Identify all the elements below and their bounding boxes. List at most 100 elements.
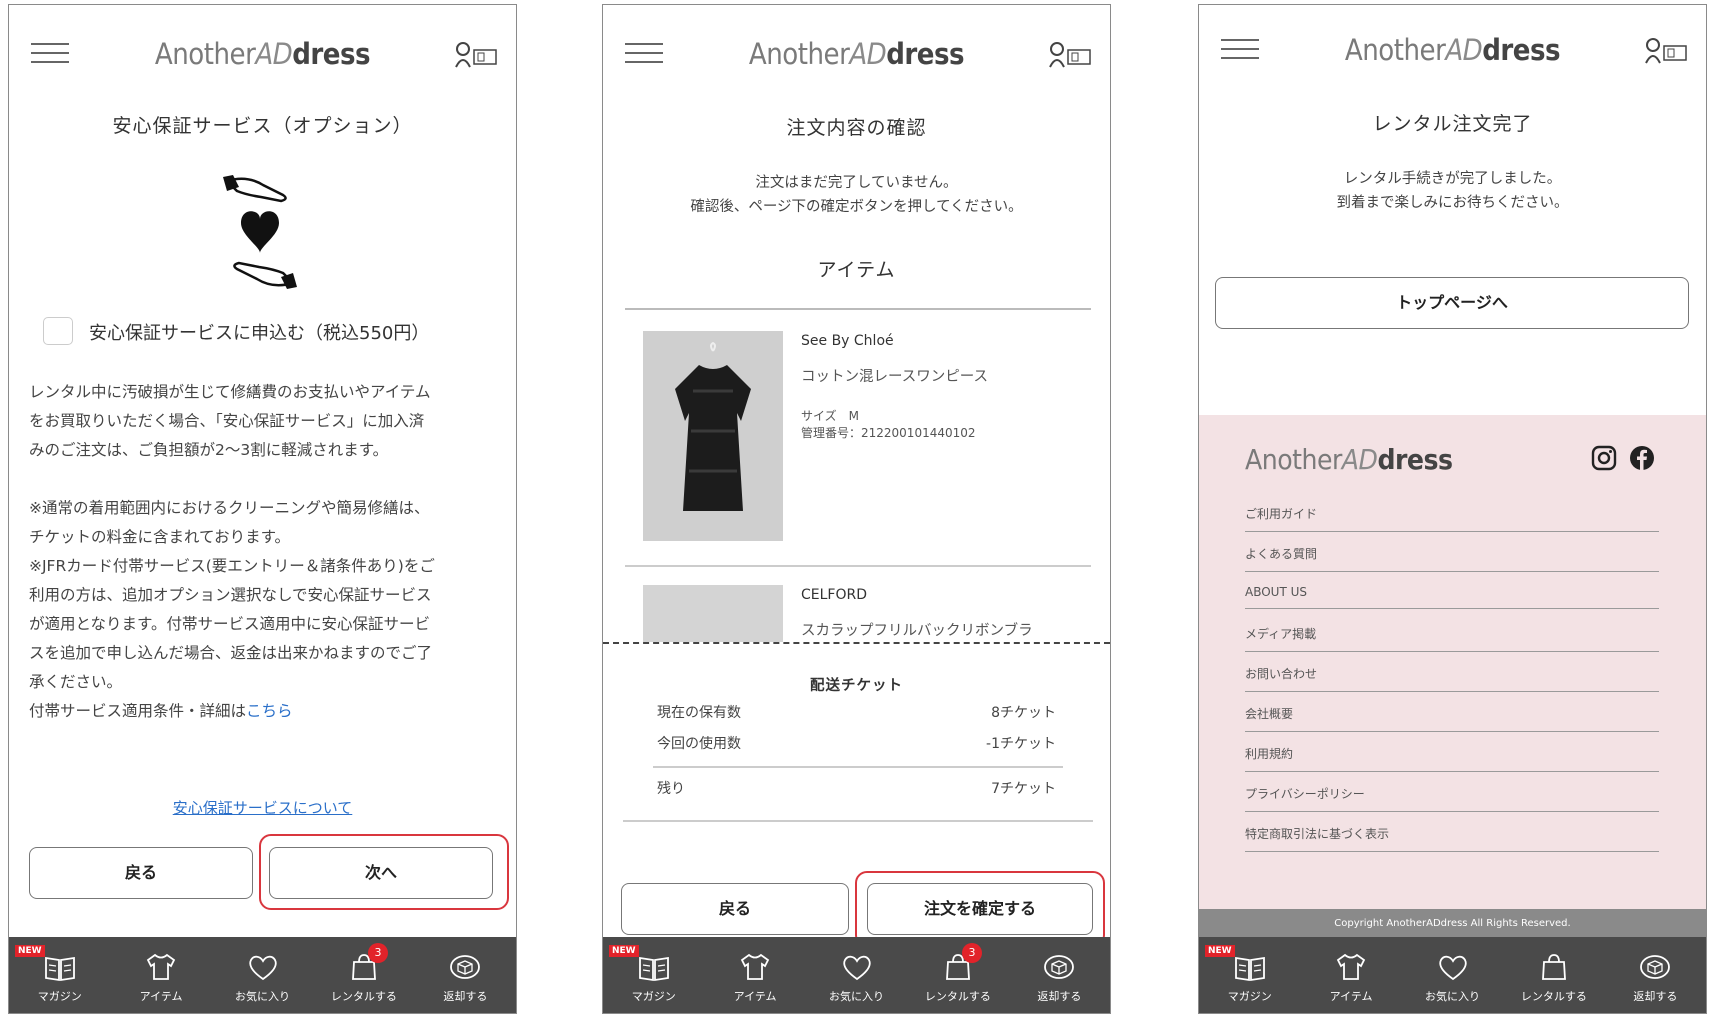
footer-link-privacy[interactable]: プライバシーポリシー <box>1245 785 1659 812</box>
tshirt-icon <box>1336 953 1366 980</box>
shopping-bag-icon <box>1541 954 1566 980</box>
account-ticket-icon[interactable] <box>1644 37 1688 65</box>
page-title: 安心保証サービス（オプション） <box>112 115 413 137</box>
notes-paragraph: ※通常の着用範囲内におけるクリーニングや簡易修繕は、 チケットの料金に含まれてお… <box>29 499 435 720</box>
book-icon <box>1234 956 1265 982</box>
site-footer: AnotherADdress ご利用ガイド よくある質問 ABOUT US メデ… <box>1199 415 1706 915</box>
new-badge: NEW <box>1205 945 1235 957</box>
detail-text: 付帯サービス適用条件・詳細は <box>29 702 247 720</box>
item-name[interactable]: コットン混レースワンピース <box>801 365 988 386</box>
tab-favorites[interactable]: お気に入り <box>212 937 313 1013</box>
brand-logo[interactable]: AnotherADdress <box>1199 33 1706 67</box>
item-brand: CELFORD <box>801 587 868 603</box>
footer-link-terms[interactable]: 利用規約 <box>1245 745 1659 772</box>
divider <box>623 820 1093 822</box>
app-header: AnotherADdress <box>603 5 1110 101</box>
tab-magazine[interactable]: NEW マガジン <box>9 937 110 1013</box>
footer-link-about[interactable]: ABOUT US <box>1245 585 1659 609</box>
tab-return[interactable]: 返却する <box>1605 937 1706 1013</box>
tshirt-icon <box>146 953 176 980</box>
row-label: 今回の使用数 <box>657 736 741 752</box>
divider <box>625 308 1091 310</box>
description-paragraph: レンタル中に汚破損が生じて修繕費のお支払いやアイテム をお買取りいただく場合、「… <box>29 383 431 459</box>
divider <box>625 565 1091 567</box>
tab-items[interactable]: アイテム <box>704 937 805 1013</box>
app-header: AnotherADdress <box>1199 5 1706 101</box>
row-value: 8チケット <box>991 705 1056 721</box>
dress-icon <box>675 341 751 511</box>
item-name[interactable]: スカラップフリルバックリボンブラ <box>801 619 1033 640</box>
tab-rental[interactable]: 3 レンタルする <box>313 937 414 1013</box>
tab-return[interactable]: 返却する <box>415 937 516 1013</box>
footer-logo[interactable]: AnotherADdress <box>1245 443 1453 476</box>
tab-items[interactable]: アイテム <box>1300 937 1401 1013</box>
confirm-order-button[interactable]: 注文を確定する <box>867 883 1093 935</box>
top-page-button[interactable]: トップページへ <box>1215 277 1689 329</box>
row-label: 残り <box>657 781 685 797</box>
hands-heart-icon <box>223 175 297 289</box>
cart-count-badge: 3 <box>367 943 388 963</box>
heart-icon <box>248 955 277 981</box>
return-box-icon <box>1640 955 1671 979</box>
next-button[interactable]: 次へ <box>269 847 493 899</box>
footer-link-media[interactable]: メディア掲載 <box>1245 625 1659 652</box>
instagram-icon[interactable] <box>1591 445 1617 471</box>
screen-insurance-option: AnotherADdress 安心保証サービス（オプション） 安心保証サービスに… <box>8 4 517 1014</box>
row-value: 7チケット <box>991 781 1056 797</box>
row-label: 現在の保有数 <box>657 705 741 721</box>
detail-link[interactable]: こちら <box>246 702 293 720</box>
screen-order-complete: AnotherADdress レンタル注文完了 レンタル手続きが完了しました。 … <box>1198 4 1707 1014</box>
row-value: -1チケット <box>986 736 1056 752</box>
bottom-tab-bar: NEW マガジン アイテム お気に入り レンタルする 返却する <box>1199 937 1706 1013</box>
cart-count-badge: 3 <box>961 943 982 963</box>
about-insurance-link[interactable]: 安心保証サービスについて <box>9 797 516 818</box>
insurance-checkbox[interactable] <box>43 317 73 345</box>
checkbox-label: 安心保証サービスに申込む（税込550円） <box>89 323 430 344</box>
complete-message-2: 到着まで楽しみにお待ちください。 <box>1336 195 1569 211</box>
page-title: 注文内容の確認 <box>786 117 927 139</box>
tab-favorites[interactable]: お気に入り <box>1402 937 1503 1013</box>
screen-order-confirm: AnotherADdress 注文内容の確認 注文はまだ完了していません。 確認… <box>602 4 1111 1014</box>
account-ticket-icon[interactable] <box>454 41 498 69</box>
ticket-heading: 配送チケット <box>810 678 903 694</box>
return-box-icon <box>1044 955 1075 979</box>
tab-return[interactable]: 返却する <box>1009 937 1110 1013</box>
return-box-icon <box>450 955 481 979</box>
page-title: レンタル注文完了 <box>1372 113 1533 135</box>
heart-icon <box>1438 955 1467 981</box>
item-size: サイズ M <box>801 409 859 423</box>
tshirt-icon <box>740 953 770 980</box>
notice-line-2: 確認後、ページ下の確定ボタンを押してください。 <box>690 199 1023 215</box>
item-image[interactable] <box>643 585 783 645</box>
app-header: AnotherADdress <box>9 5 516 101</box>
item-brand: See By Chloé <box>801 333 894 349</box>
tab-favorites[interactable]: お気に入り <box>806 937 907 1013</box>
footer-link-tokushoho[interactable]: 特定商取引法に基づく表示 <box>1245 825 1659 852</box>
item-image[interactable] <box>643 331 783 541</box>
bottom-tab-bar: NEW マガジン アイテム お気に入り 3 レンタルする 返却する <box>603 937 1110 1013</box>
footer-link-company[interactable]: 会社概要 <box>1245 705 1659 732</box>
tab-rental[interactable]: レンタルする <box>1503 937 1604 1013</box>
brand-logo[interactable]: AnotherADdress <box>603 37 1110 71</box>
tab-magazine[interactable]: NEW マガジン <box>603 937 704 1013</box>
heart-icon <box>842 955 871 981</box>
footer-link-guide[interactable]: ご利用ガイド <box>1245 505 1659 532</box>
bottom-tab-bar: NEW マガジン アイテム お気に入り 3 レンタルする 返却する <box>9 937 516 1013</box>
account-ticket-icon[interactable] <box>1048 41 1092 69</box>
footer-link-faq[interactable]: よくある質問 <box>1245 545 1659 572</box>
book-icon <box>44 956 75 982</box>
back-button[interactable]: 戻る <box>29 847 253 899</box>
facebook-icon[interactable] <box>1629 445 1655 471</box>
tab-rental[interactable]: 3 レンタルする <box>907 937 1008 1013</box>
divider <box>653 766 1063 768</box>
items-heading: アイテム <box>817 259 896 281</box>
footer-link-contact[interactable]: お問い合わせ <box>1245 665 1659 692</box>
complete-message-1: レンタル手続きが完了しました。 <box>1343 171 1562 187</box>
brand-logo[interactable]: AnotherADdress <box>9 37 516 71</box>
book-icon <box>638 956 669 982</box>
notice-line-1: 注文はまだ完了していません。 <box>755 175 958 191</box>
back-button[interactable]: 戻る <box>621 883 849 935</box>
tab-items[interactable]: アイテム <box>110 937 211 1013</box>
copyright-bar: Copyright AnotherADdress All Rights Rese… <box>1199 909 1706 939</box>
tab-magazine[interactable]: NEW マガジン <box>1199 937 1300 1013</box>
